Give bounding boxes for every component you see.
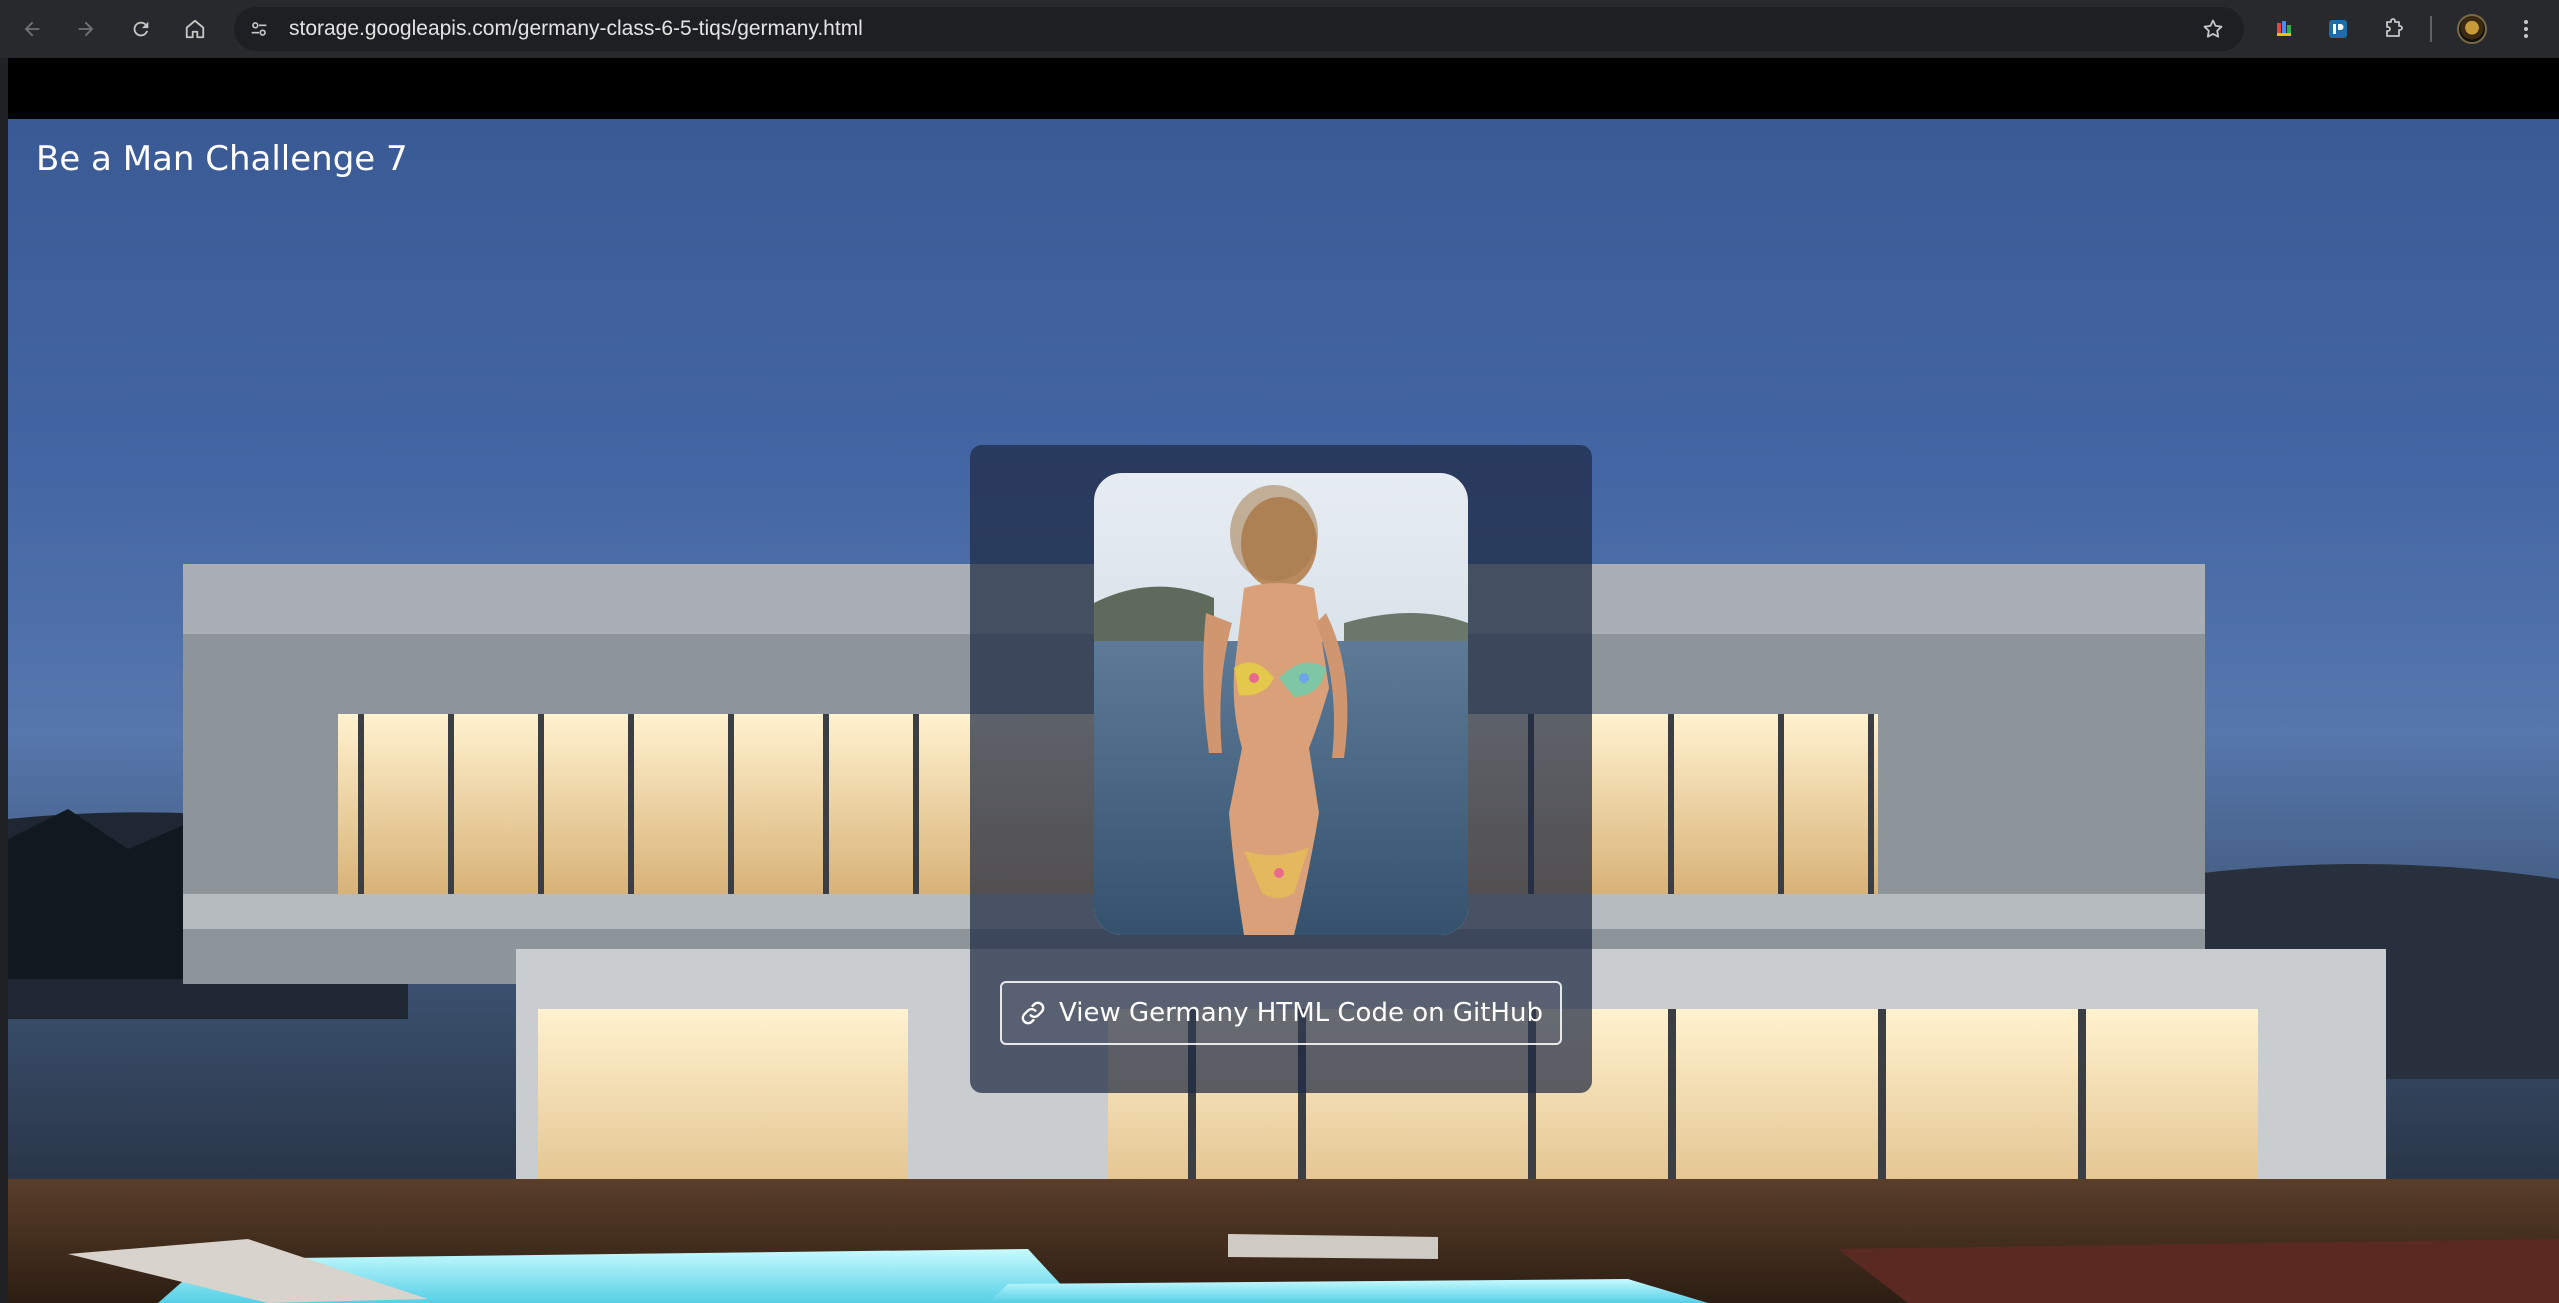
extensions-menu-button[interactable] bbox=[2377, 12, 2411, 46]
blue-square-icon bbox=[2329, 20, 2347, 38]
view-github-code-label: View Germany HTML Code on GitHub bbox=[1059, 998, 1543, 1028]
portrait-image bbox=[1094, 473, 1468, 935]
toolbar-divider bbox=[2430, 16, 2432, 42]
puzzle-icon bbox=[2386, 18, 2403, 37]
tune-icon bbox=[251, 22, 267, 36]
link-icon bbox=[1021, 1001, 1045, 1025]
reload-button[interactable] bbox=[124, 12, 158, 46]
home-icon bbox=[185, 19, 205, 39]
address-bar[interactable]: storage.googleapis.com/germany-class-6-5… bbox=[234, 7, 2244, 51]
colorful-bars-icon bbox=[2277, 21, 2291, 36]
arrow-left-icon bbox=[24, 21, 40, 37]
page-viewport: Be a Man Challenge 7 View Germany HTML C… bbox=[8, 58, 2559, 1303]
view-github-code-button[interactable]: View Germany HTML Code on GitHub bbox=[1000, 981, 1562, 1045]
url-text[interactable]: storage.googleapis.com/germany-class-6-5… bbox=[289, 7, 863, 51]
site-info-button[interactable] bbox=[244, 14, 274, 44]
browser-toolbar: storage.googleapis.com/germany-class-6-5… bbox=[0, 0, 2559, 58]
forward-button[interactable] bbox=[69, 12, 103, 46]
bookmark-button[interactable] bbox=[2198, 14, 2228, 44]
extension-button-1[interactable] bbox=[2268, 12, 2302, 46]
page-top-strip bbox=[8, 58, 2559, 119]
back-button[interactable] bbox=[15, 12, 49, 46]
background-scene: Be a Man Challenge 7 View Germany HTML C… bbox=[8, 119, 2559, 1303]
more-vertical-icon bbox=[2524, 20, 2528, 38]
avatar-icon[interactable] bbox=[2457, 14, 2487, 44]
content-card: View Germany HTML Code on GitHub bbox=[970, 445, 1592, 1093]
page-title: Be a Man Challenge 7 bbox=[36, 139, 408, 179]
arrow-right-icon bbox=[78, 21, 94, 37]
portrait-image-illustration bbox=[1094, 473, 1468, 935]
home-button[interactable] bbox=[178, 12, 212, 46]
browser-menu-button[interactable] bbox=[2509, 12, 2543, 46]
reload-icon bbox=[133, 21, 149, 37]
extension-button-2[interactable] bbox=[2321, 12, 2355, 46]
star-icon bbox=[2203, 19, 2223, 38]
